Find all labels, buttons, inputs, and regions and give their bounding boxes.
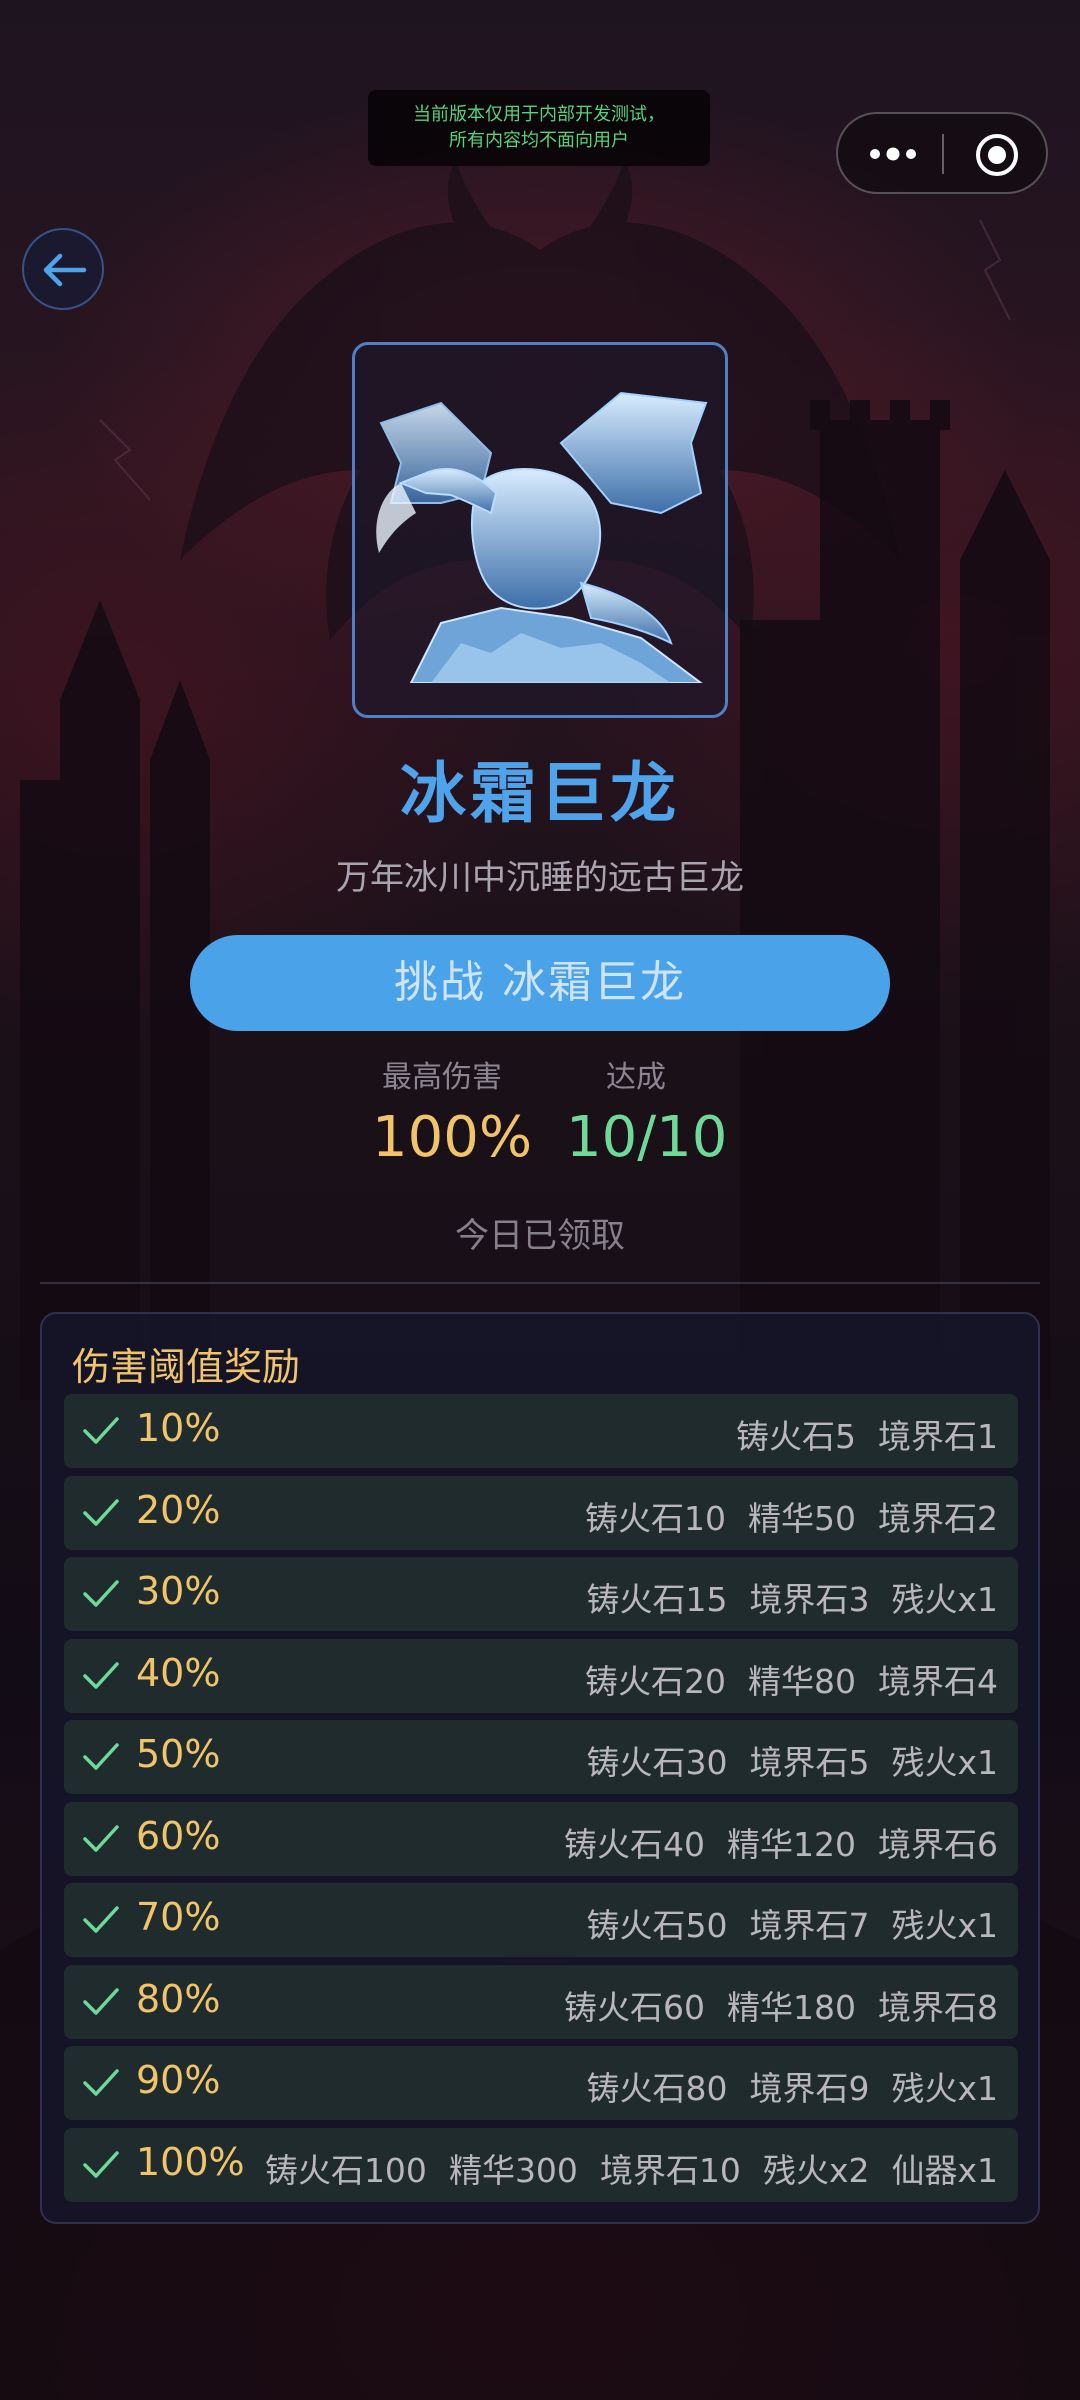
reward-item: 残火x1 (891, 1743, 998, 1782)
check-icon (83, 2069, 119, 2096)
challenge-button[interactable]: 挑战 冰霜巨龙 (190, 935, 890, 1031)
reward-items: 铸火石5 境界石1 (714, 1410, 998, 1458)
reward-row: 70% 铸火石50 境界石7 残火x1 (64, 1883, 1018, 1957)
check-icon (83, 1906, 119, 1933)
check-icon (83, 1987, 119, 2015)
reward-item: 境界石5 (749, 1743, 870, 1782)
reached-value: 10/10 (566, 1105, 728, 1170)
reward-row: 90% 铸火石80 境界石9 残火x1 (64, 2046, 1018, 2120)
claimed-status: 今日已领取 (455, 1216, 625, 1256)
max-damage-value: 100% (372, 1105, 533, 1170)
reward-row: 60% 铸火石40 精华120 境界石6 (64, 1801, 1018, 1876)
reward-items: 铸火石10 精华50 境界石2 (563, 1492, 998, 1540)
reward-item: 境界石2 (878, 1498, 998, 1538)
reward-items: 铸火石20 精华80 境界石4 (563, 1655, 998, 1703)
reward-item: 铸火石60 (564, 1987, 705, 2027)
reward-item: 铸火石40 (564, 1824, 705, 1864)
monster-description: 万年冰川中沉睡的远古巨龙 (336, 858, 744, 898)
reward-item: 铸火石100 (264, 2150, 427, 2190)
reward-item: 铸火石80 (586, 2069, 728, 2108)
miniprogram-capsule (836, 112, 1048, 194)
reward-threshold: 20% (136, 1487, 221, 1532)
reward-item: 铸火石15 (586, 1580, 728, 1619)
reward-threshold: 60% (136, 1813, 221, 1858)
check-icon (83, 1498, 119, 1526)
reward-row: 100% 铸火石100 精华300 境界石10 残火x2 仙器x1 (64, 2127, 1018, 2202)
reward-item: 境界石8 (878, 1987, 998, 2027)
reward-items: 铸火石30 境界石5 残火x1 (564, 1736, 998, 1784)
reward-item: 铸火石10 (585, 1498, 726, 1538)
monster-portrait (352, 342, 728, 718)
reward-item: 残火x1 (891, 2069, 998, 2108)
reward-list: 10% 铸火石5 境界石1 20% 铸火石10 精华50 境界石2 30% 铸火石15 境界石3 残… (64, 1394, 1018, 2209)
check-icon (83, 1580, 119, 1607)
dev-notice-line2: 所有内容均不面向用户 (449, 130, 629, 151)
reward-row: 20% 铸火石10 精华50 境界石2 (64, 1475, 1018, 1550)
reward-item: 精华120 (727, 1824, 856, 1864)
rewards-title: 伤害阈值奖励 (72, 1345, 301, 1389)
reward-items: 铸火石40 精华120 境界石6 (542, 1818, 998, 1866)
reward-item: 铸火石20 (585, 1661, 726, 1701)
section-divider (40, 1282, 1040, 1284)
back-button[interactable] (22, 228, 104, 310)
reward-items: 铸火石15 境界石3 残火x1 (564, 1573, 998, 1621)
reward-item: 境界石1 (878, 1417, 998, 1456)
reward-threshold: 90% (136, 2058, 221, 2102)
reward-item: 精华80 (748, 1661, 856, 1701)
reward-item: 境界石3 (749, 1580, 870, 1619)
reward-items: 铸火石100 精华300 境界石10 残火x2 仙器x1 (243, 2144, 998, 2192)
reward-item: 仙器x1 (891, 2150, 998, 2190)
reward-row: 80% 铸火石60 精华180 境界石8 (64, 1964, 1018, 2039)
reward-row: 10% 铸火石5 境界石1 (64, 1394, 1018, 1468)
reward-threshold: 50% (136, 1732, 221, 1776)
reward-item: 精华300 (448, 2150, 578, 2190)
reward-item: 残火x1 (891, 1906, 998, 1945)
reward-items: 铸火石50 境界石7 残火x1 (564, 1899, 998, 1947)
max-damage-label: 最高伤害 (382, 1060, 502, 1095)
reached-label: 达成 (606, 1060, 666, 1095)
reward-item: 铸火石30 (586, 1743, 728, 1782)
target-icon[interactable] (974, 132, 1020, 178)
ice-dragon-image (376, 391, 708, 683)
reward-row: 50% 铸火石30 境界石5 残火x1 (64, 1720, 1018, 1794)
reward-item: 铸火石50 (586, 1906, 728, 1945)
check-icon (83, 1824, 119, 1852)
reward-item: 铸火石5 (736, 1417, 856, 1456)
dev-notice: 当前版本仅用于内部开发测试， 所有内容均不面向用户 (368, 90, 710, 166)
reward-item: 境界石7 (749, 1906, 870, 1945)
reward-threshold: 40% (136, 1650, 221, 1695)
reward-item: 精华50 (748, 1498, 856, 1538)
reward-item: 境界石9 (749, 2069, 870, 2108)
capsule-divider (942, 134, 944, 174)
rewards-panel: 伤害阈值奖励 10% 铸火石5 境界石1 20% 铸火石10 精华50 境界石2 30% 铸火石… (40, 1312, 1040, 2224)
check-icon (83, 1743, 119, 1770)
check-icon (83, 2150, 119, 2178)
reward-threshold: 80% (136, 1976, 221, 2021)
reward-items: 铸火石60 精华180 境界石8 (542, 1981, 998, 2029)
back-arrow-icon (43, 253, 87, 287)
dev-notice-line1: 当前版本仅用于内部开发测试， (413, 104, 665, 125)
check-icon (83, 1417, 119, 1444)
reward-threshold: 30% (136, 1569, 221, 1613)
reward-item: 境界石10 (599, 2150, 741, 2190)
reward-threshold: 70% (136, 1895, 221, 1939)
app-screen: 当前版本仅用于内部开发测试， 所有内容均不面向用户 冰霜巨龙 万年冰川中沉睡的远… (0, 0, 1080, 2400)
reward-items: 铸火石80 境界石9 残火x1 (564, 2062, 998, 2110)
reward-threshold: 100% (136, 2139, 245, 2184)
more-icon[interactable] (868, 142, 918, 166)
reward-row: 40% 铸火石20 精华80 境界石4 (64, 1638, 1018, 1713)
reward-item: 精华180 (727, 1987, 856, 2027)
reward-item: 境界石6 (878, 1824, 998, 1864)
reward-item: 残火x1 (891, 1580, 998, 1619)
reward-threshold: 10% (136, 1406, 221, 1450)
reward-row: 30% 铸火石15 境界石3 残火x1 (64, 1557, 1018, 1631)
monster-name: 冰霜巨龙 (400, 755, 680, 832)
check-icon (83, 1661, 119, 1689)
reward-item: 残火x2 (762, 2150, 870, 2190)
reward-item: 境界石4 (878, 1661, 998, 1701)
